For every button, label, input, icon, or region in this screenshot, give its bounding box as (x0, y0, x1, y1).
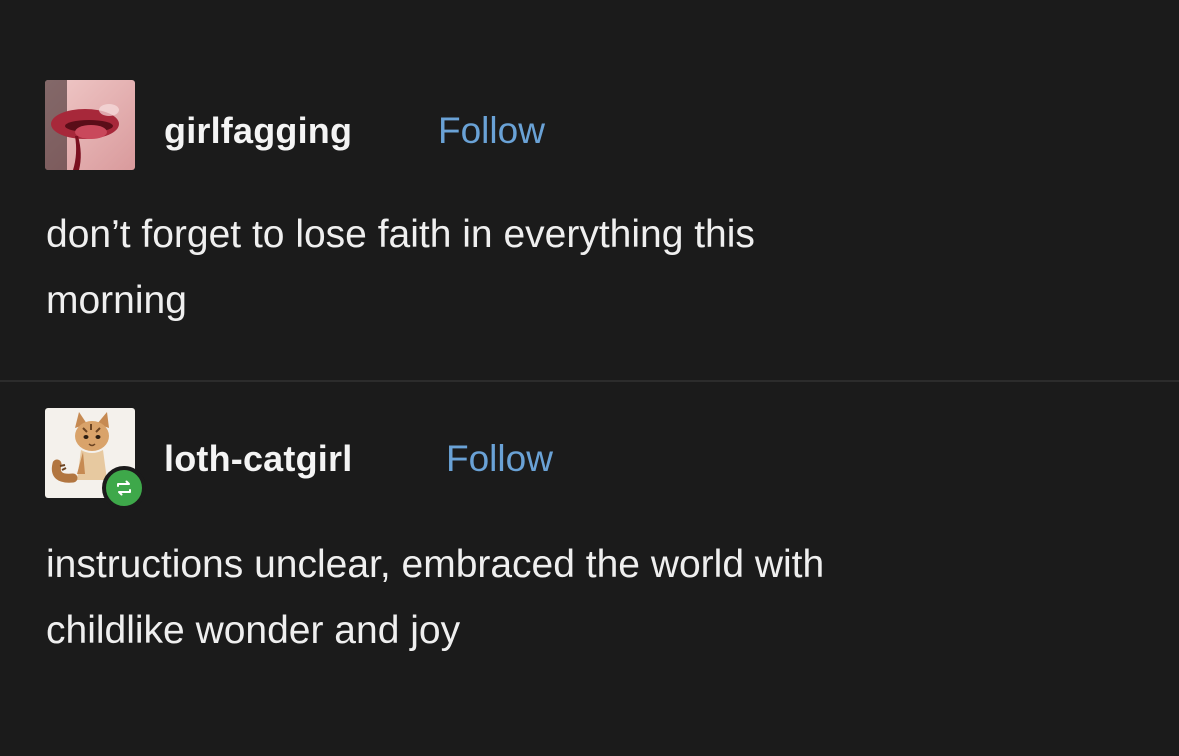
post-original: girlfagging Follow don’t forget to lose … (0, 80, 1179, 322)
post-text-line: childlike wonder and joy (46, 609, 461, 652)
post-header: girlfagging Follow (0, 80, 1179, 174)
post-text: instructions unclear, embraced the world… (46, 532, 1126, 664)
post-text: don’t forget to lose faith in everything… (46, 202, 1126, 334)
post-header: loth-catgirl Follow (0, 408, 1179, 510)
post-text-line: instructions unclear, embraced the world… (46, 543, 825, 586)
avatar-girlfagging[interactable] (45, 80, 135, 170)
post-text-line: morning (46, 279, 187, 322)
follow-button[interactable]: Follow (438, 110, 545, 152)
follow-button[interactable]: Follow (446, 438, 553, 480)
username[interactable]: girlfagging (164, 110, 352, 152)
username[interactable]: loth-catgirl (164, 438, 352, 480)
post-text-line: don’t forget to lose faith in everything… (46, 213, 755, 256)
reblog-badge (102, 466, 146, 510)
post-reblog: loth-catgirl Follow instructions unclear… (0, 408, 1179, 652)
reblog-icon (117, 480, 131, 496)
post-divider (0, 380, 1179, 382)
